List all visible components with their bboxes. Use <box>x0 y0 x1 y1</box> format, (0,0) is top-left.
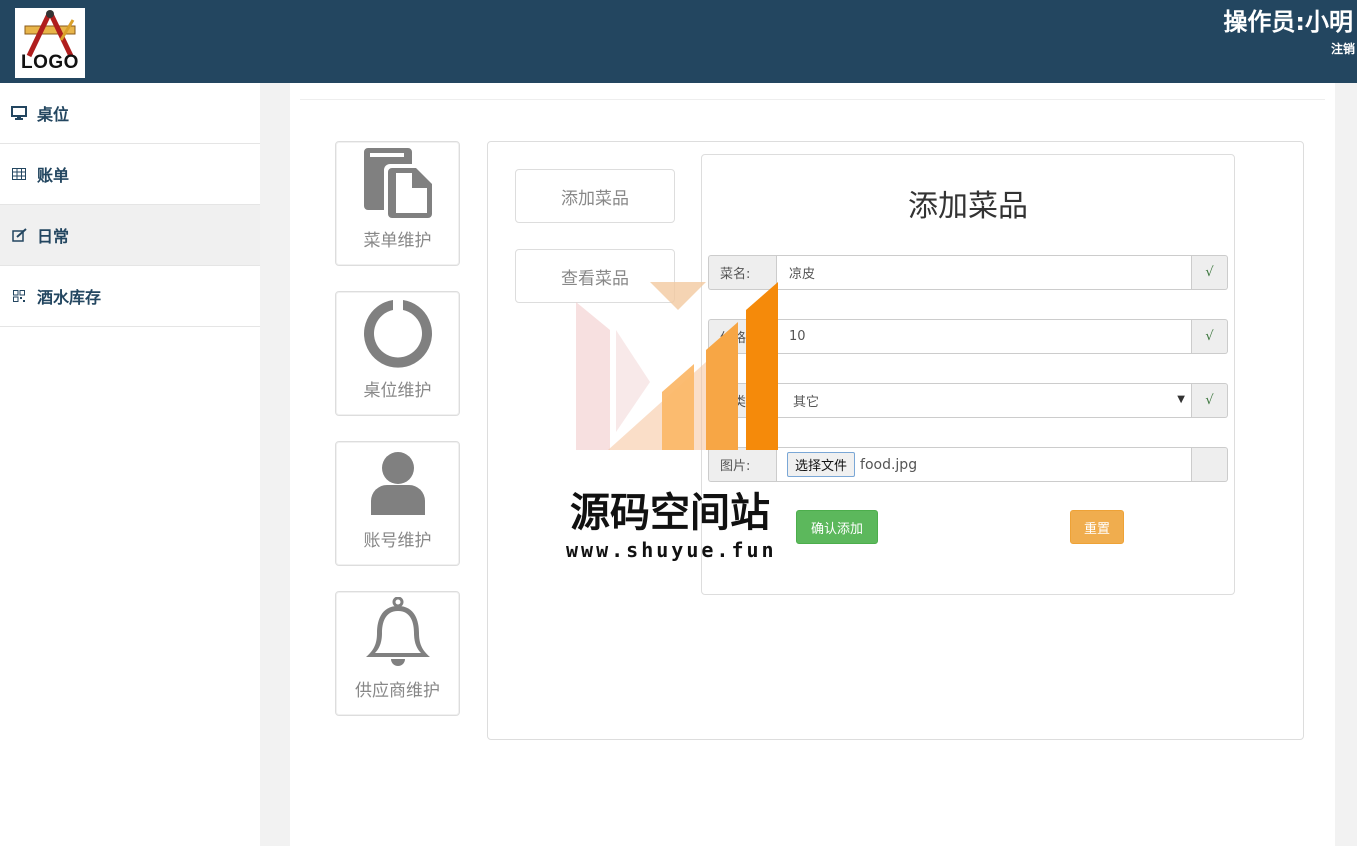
tile-menu-maintenance[interactable]: 菜单维护 <box>335 141 460 266</box>
selected-category: 其它 <box>793 395 820 410</box>
main-content: 菜单维护 桌位维护 账号维护 供应商维护 添加菜品 查看菜品 添加菜品 菜名: … <box>290 83 1335 846</box>
document-icon <box>336 146 459 222</box>
tile-account-maintenance[interactable]: 账号维护 <box>335 441 460 566</box>
ring-icon <box>336 296 459 372</box>
file-input: 选择文件 food.jpg <box>776 447 1192 482</box>
dish-name-input[interactable] <box>776 255 1192 290</box>
check-icon: √ <box>1192 319 1228 354</box>
dish-category-select[interactable]: 其它 ▼ <box>776 383 1192 418</box>
add-dish-tab-button[interactable]: 添加菜品 <box>515 169 675 223</box>
tile-label: 供应商维护 <box>355 681 440 701</box>
view-dish-tab-button[interactable]: 查看菜品 <box>515 249 675 303</box>
monitor-icon <box>10 105 28 121</box>
dish-price-label: 价格: <box>708 319 776 354</box>
dish-category-row: 分类: 其它 ▼ √ <box>708 383 1228 418</box>
dish-name-row: 菜名: √ <box>708 255 1228 290</box>
sidebar-item-tables[interactable]: 桌位 <box>0 83 260 144</box>
table-icon <box>10 166 28 182</box>
choose-file-button[interactable]: 选择文件 <box>787 452 856 477</box>
caret-down-icon: ▼ <box>1177 394 1185 405</box>
reset-button[interactable]: 重置 <box>1070 510 1124 544</box>
sidebar-item-bills[interactable]: 账单 <box>0 144 260 205</box>
sidebar-item-label: 日常 <box>37 227 70 246</box>
sidebar: 桌位 账单 日常 酒水库存 <box>0 83 260 846</box>
file-addon <box>1192 447 1228 482</box>
sidebar-item-drinks-stock[interactable]: 酒水库存 <box>0 266 260 327</box>
sidebar-item-label: 桌位 <box>37 105 70 124</box>
user-icon <box>336 446 459 522</box>
operator-name: 操作员:小明 <box>1223 8 1353 36</box>
dish-name-label: 菜名: <box>708 255 776 290</box>
dish-price-row: 价格: √ <box>708 319 1228 354</box>
sidebar-item-label: 酒水库存 <box>37 288 102 307</box>
check-icon: √ <box>1192 383 1228 418</box>
file-name: food.jpg <box>860 456 918 473</box>
logout-link[interactable]: 注销 <box>1331 40 1355 57</box>
dish-image-row: 图片: 选择文件 food.jpg <box>708 447 1228 482</box>
tile-label: 菜单维护 <box>363 231 432 251</box>
dish-category-label: 分类: <box>708 383 776 418</box>
tile-label: 桌位维护 <box>363 381 432 401</box>
divider <box>300 99 1325 100</box>
dish-price-input[interactable] <box>776 319 1192 354</box>
bell-icon <box>336 596 459 672</box>
sidebar-item-label: 账单 <box>37 166 70 185</box>
logo[interactable]: LOGO <box>15 8 85 78</box>
dish-image-label: 图片: <box>708 447 776 482</box>
logo-text: LOGO <box>21 52 79 73</box>
form-title: 添加菜品 <box>908 189 1028 224</box>
edit-icon <box>10 227 28 243</box>
sidebar-item-daily[interactable]: 日常 <box>0 205 260 266</box>
tile-table-maintenance[interactable]: 桌位维护 <box>335 291 460 416</box>
tile-supplier-maintenance[interactable]: 供应商维护 <box>335 591 460 716</box>
confirm-add-button[interactable]: 确认添加 <box>796 510 878 544</box>
add-dish-form: 添加菜品 菜名: √ 价格: √ 分类: 其它 ▼ √ 图片: <box>701 154 1235 595</box>
tile-label: 账号维护 <box>363 531 432 551</box>
compass-logo-icon <box>24 10 76 58</box>
check-icon: √ <box>1192 255 1228 290</box>
top-header: LOGO 操作员:小明 注销 <box>0 0 1357 83</box>
qrcode-icon <box>10 288 28 304</box>
dish-panel: 添加菜品 查看菜品 添加菜品 菜名: √ 价格: √ 分类: 其它 ▼ √ <box>487 141 1304 740</box>
